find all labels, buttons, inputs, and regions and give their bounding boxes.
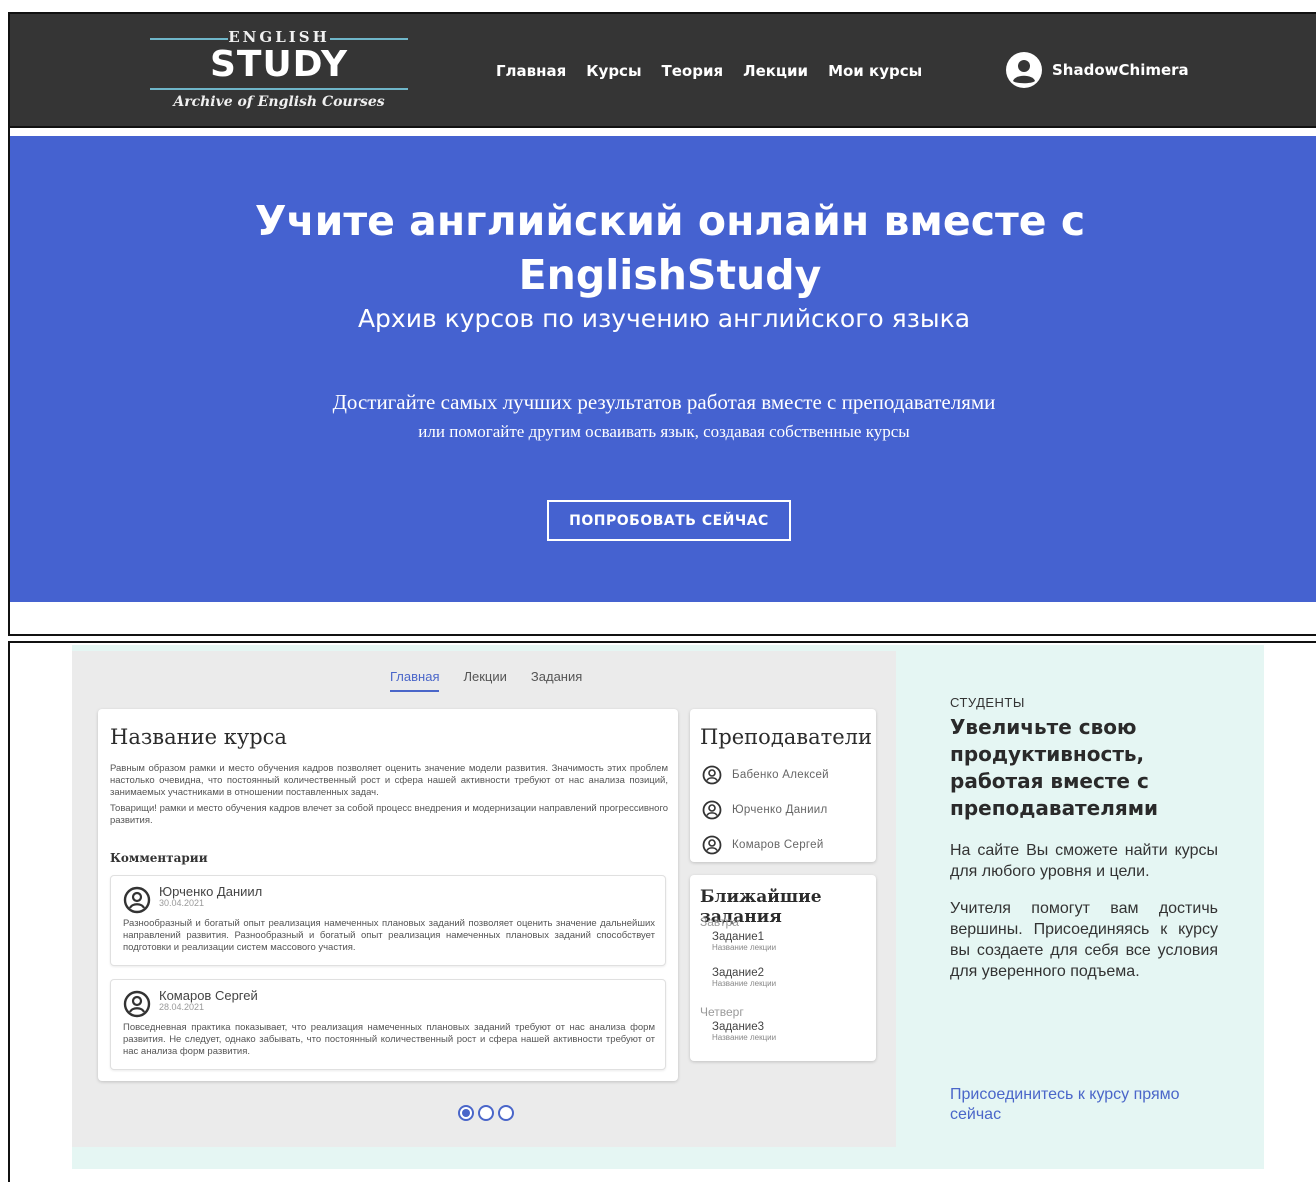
- join-course-link[interactable]: Присоединитесь к курсу прямо сейчас: [950, 1085, 1230, 1125]
- teacher-item[interactable]: Юрченко Даниил: [702, 800, 828, 820]
- comment-author: Комаров Сергей: [159, 988, 258, 1003]
- course-card: Название курса Равным образом рамки и ме…: [98, 709, 678, 1081]
- course-description-2: Товарищи! рамки и место обучения кадров …: [110, 803, 668, 826]
- teacher-name: Комаров Сергей: [732, 839, 824, 851]
- user-name: ShadowChimera: [1052, 61, 1189, 79]
- teacher-item[interactable]: Бабенко Алексей: [702, 765, 829, 785]
- hero-lead-secondary: или помогайте другим осваивать язык, соз…: [418, 422, 910, 441]
- user-menu[interactable]: ShadowChimera: [1006, 52, 1189, 88]
- course-preview-frame: Главная Лекции Задания Название курса Ра…: [8, 641, 1316, 1182]
- teacher-name: Юрченко Даниил: [732, 804, 828, 816]
- task-item[interactable]: Задание2 Название лекции: [712, 967, 776, 988]
- logo-study: STUDY: [209, 44, 349, 85]
- task-name: Задание2: [712, 967, 765, 979]
- tab-home[interactable]: Главная: [390, 669, 440, 692]
- task-lecture: Название лекции: [712, 979, 777, 988]
- students-promo: СТУДЕНТЫ Увеличьте свою продуктивность, …: [950, 695, 1218, 982]
- main-nav: Главная Курсы Теория Лекции Мои курсы: [496, 62, 922, 80]
- comment-date: 28.04.2021: [159, 1002, 205, 1012]
- teacher-name: Бабенко Алексей: [732, 769, 829, 781]
- user-avatar-icon: [123, 886, 151, 914]
- task-item[interactable]: Задание3 Название лекции: [712, 1021, 776, 1042]
- tab-tasks[interactable]: Задания: [531, 669, 582, 692]
- teachers-card: Преподаватели Бабенко Алексей Юрченко Да…: [690, 709, 876, 862]
- slider-dot[interactable]: [458, 1105, 474, 1121]
- promo-text-2: Учителя помогут вам достичь вершины. При…: [950, 900, 1218, 980]
- try-now-button[interactable]: ПОПРОБОВАТЬ СЕЙЧАС: [547, 500, 791, 541]
- task-item[interactable]: Задание1 Название лекции: [712, 931, 776, 952]
- nav-home[interactable]: Главная: [496, 62, 566, 80]
- comments-heading: Комментарии: [110, 851, 208, 865]
- comment-date: 30.04.2021: [159, 898, 205, 908]
- task-day-label: Завтра: [700, 915, 739, 929]
- slider-dots: [458, 1105, 514, 1121]
- comment-text: Разнообразный и богатый опыт реализация …: [123, 918, 655, 953]
- task-lecture: Название лекции: [712, 943, 777, 952]
- user-circle-icon: [1006, 52, 1042, 88]
- task-day-label: Четверг: [700, 1005, 744, 1019]
- promo-text: На сайте Вы сможете найти курсы для любо…: [950, 842, 1218, 880]
- course-description: Равным образом рамки и место обучения ка…: [110, 763, 668, 798]
- user-avatar-icon: [702, 800, 722, 820]
- course-tabs: Главная Лекции Задания: [390, 669, 582, 692]
- logo-underline: [150, 88, 408, 90]
- slider-dot[interactable]: [498, 1105, 514, 1121]
- user-avatar-icon: [123, 990, 151, 1018]
- teacher-item[interactable]: Комаров Сергей: [702, 835, 824, 855]
- nav-lectures[interactable]: Лекции: [743, 62, 808, 80]
- task-name: Задание3: [712, 1021, 765, 1033]
- user-avatar-icon: [702, 835, 722, 855]
- comment-author: Юрченко Даниил: [159, 884, 263, 899]
- hero-subtitle: Архив курсов по изучению английского язы…: [357, 304, 971, 333]
- comment-text: Повседневная практика показывает, что ре…: [123, 1022, 655, 1057]
- promo-title: Увеличьте свою продуктивность, работая в…: [950, 715, 1159, 820]
- hero-lead: Достигайте самых лучших результатов рабо…: [332, 390, 996, 414]
- slider-dot[interactable]: [478, 1105, 494, 1121]
- promo-kicker: СТУДЕНТЫ: [950, 695, 1025, 710]
- nav-courses[interactable]: Курсы: [586, 62, 641, 80]
- teachers-title: Преподаватели: [700, 725, 872, 749]
- task-name: Задание1: [712, 931, 765, 943]
- course-title: Название курса: [110, 725, 287, 749]
- site-logo[interactable]: ENGLISH STUDY Archive of English Courses: [148, 28, 410, 116]
- tab-lectures[interactable]: Лекции: [463, 669, 506, 692]
- site-header: ENGLISH STUDY Archive of English Courses…: [10, 14, 1316, 128]
- comment-item: Юрченко Даниил 30.04.2021 Разнообразный …: [110, 875, 666, 966]
- nav-theory[interactable]: Теория: [662, 62, 724, 80]
- hero-title: Учите английский онлайн вместе с English…: [254, 197, 1086, 299]
- nav-my-courses[interactable]: Мои курсы: [828, 62, 922, 80]
- landing-screenshot-frame: ENGLISH STUDY Archive of English Courses…: [8, 12, 1316, 636]
- user-avatar-icon: [702, 765, 722, 785]
- comment-item: Комаров Сергей 28.04.2021 Повседневная п…: [110, 979, 666, 1070]
- logo-tagline: Archive of English Courses: [173, 94, 385, 110]
- hero-section: Учите английский онлайн вместе с English…: [10, 136, 1316, 602]
- task-lecture: Название лекции: [712, 1033, 777, 1042]
- upcoming-tasks-card: Ближайшие задания Завтра Задание1 Назван…: [690, 875, 876, 1061]
